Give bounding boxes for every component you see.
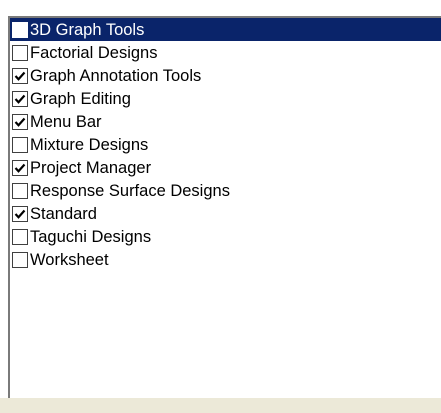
list-item[interactable]: Worksheet [10, 248, 441, 271]
checkmark-icon [14, 209, 26, 219]
checkmark-icon [14, 117, 26, 127]
list-item-label: Worksheet [30, 250, 109, 269]
checkbox-unchecked[interactable] [12, 228, 28, 245]
checkbox-checked[interactable] [12, 205, 28, 222]
list-item[interactable]: Mixture Designs [10, 133, 441, 156]
list-item[interactable]: Factorial Designs [10, 41, 441, 64]
list-item[interactable]: Taguchi Designs [10, 225, 441, 248]
dialog-background-strip [0, 398, 441, 413]
list-item-label: Menu Bar [30, 112, 102, 131]
checkbox-unchecked[interactable] [12, 21, 28, 38]
list-item-label: Response Surface Designs [30, 181, 230, 200]
checkmark-icon [14, 163, 26, 173]
checkmark-icon [14, 71, 26, 81]
checkbox-checked[interactable] [12, 67, 28, 84]
list-item[interactable]: Menu Bar [10, 110, 441, 133]
list-item[interactable]: Graph Annotation Tools [10, 64, 441, 87]
checkbox-checked[interactable] [12, 159, 28, 176]
list-item-label: Project Manager [30, 158, 152, 177]
checkbox-checked[interactable] [12, 113, 28, 130]
list-item[interactable]: Project Manager [10, 156, 441, 179]
checkbox-unchecked[interactable] [12, 136, 28, 153]
panel-top-margin [0, 0, 441, 13]
list-item[interactable]: Response Surface Designs [10, 179, 441, 202]
list-item-label: 3D Graph Tools [30, 20, 145, 39]
checkbox-unchecked[interactable] [12, 251, 28, 268]
toolbar-checklist-panel: 3D Graph Tools Factorial Designs Graph Ann… [0, 0, 441, 413]
checkbox-checked[interactable] [12, 90, 28, 107]
checkbox-unchecked[interactable] [12, 182, 28, 199]
list-item-label: Graph Editing [30, 89, 131, 108]
checkbox-unchecked[interactable] [12, 44, 28, 61]
list-item-label: Graph Annotation Tools [30, 66, 202, 85]
list-item-label: Taguchi Designs [30, 227, 152, 246]
list-item-label: Mixture Designs [30, 135, 149, 154]
checkmark-icon [14, 94, 26, 104]
list-item[interactable]: Standard [10, 202, 441, 225]
list-item[interactable]: 3D Graph Tools [10, 18, 441, 41]
toolbar-checklist[interactable]: 3D Graph Tools Factorial Designs Graph Ann… [8, 16, 441, 398]
list-item-label: Factorial Designs [30, 43, 158, 62]
list-item[interactable]: Graph Editing [10, 87, 441, 110]
list-item-label: Standard [30, 204, 97, 223]
